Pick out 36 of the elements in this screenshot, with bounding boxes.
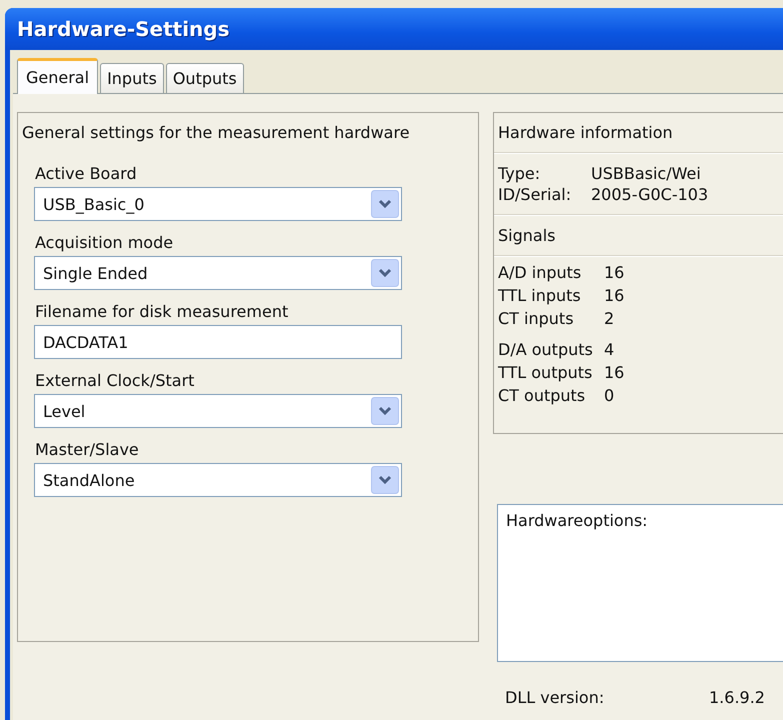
field-label: Active Board	[35, 164, 137, 183]
field-label: External Clock/Start	[35, 371, 194, 390]
signal-value: 16	[604, 363, 624, 382]
tab[interactable]: Inputs	[100, 63, 164, 93]
signal-label: A/D inputs	[498, 263, 582, 282]
dll-label: DLL version:	[505, 688, 606, 707]
info-label: ID/Serial:	[498, 185, 572, 204]
signal-value: 4	[604, 340, 614, 359]
field-label: Filename for disk measurement	[35, 302, 288, 321]
tab[interactable]: Outputs	[166, 63, 244, 93]
dropdown[interactable]: Level	[34, 394, 402, 428]
signal-value: 16	[604, 286, 624, 305]
group-heading: General settings for the measurement hardware	[22, 123, 410, 142]
field-label: Acquisition mode	[35, 233, 174, 252]
dll-value: 1.6.9.2	[709, 688, 765, 707]
options-text: Hardwareoptions:	[506, 511, 648, 530]
info-value: USBBasic/Wei	[591, 164, 701, 183]
signal-label: TTL outputs	[498, 363, 594, 382]
section-heading: Signals	[498, 226, 556, 245]
dropdown[interactable]: Single Ended	[34, 256, 402, 290]
signal-label: D/A outputs	[498, 340, 594, 359]
dropdown[interactable]: StandAlone	[34, 463, 402, 497]
signal-label: TTL inputs	[498, 286, 582, 305]
info-value: 2005-G0C-103	[591, 185, 708, 204]
info-label: Type:	[498, 164, 542, 183]
signal-value: 2	[604, 309, 614, 328]
signal-value: 16	[604, 263, 624, 282]
signal-value: 0	[604, 386, 614, 405]
signal-label: CT inputs	[498, 309, 575, 328]
input-field[interactable]: DACDATA1	[34, 325, 402, 359]
field-label: Master/Slave	[35, 440, 139, 459]
tab[interactable]: General	[17, 58, 98, 94]
signal-label: CT outputs	[498, 386, 586, 405]
window-title: Hardware-Settings	[17, 17, 230, 41]
panel-heading: Hardware information	[498, 123, 674, 142]
dropdown[interactable]: USB_Basic_0	[34, 187, 402, 221]
